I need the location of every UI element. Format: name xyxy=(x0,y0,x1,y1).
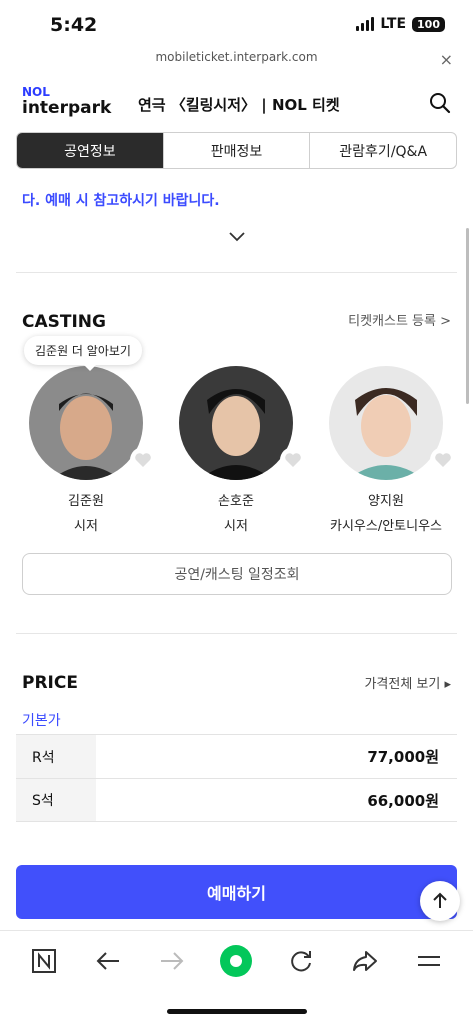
scrollbar[interactable] xyxy=(466,228,469,404)
tab-sales-info[interactable]: 판매정보 xyxy=(164,133,311,168)
page-title: 연극 〈킬링시저〉 | NOL 티켓 xyxy=(138,96,340,114)
url-text[interactable]: mobileticket.interpark.com xyxy=(155,50,317,64)
heart-icon[interactable] xyxy=(430,447,456,473)
scroll-top-icon[interactable] xyxy=(420,881,460,921)
table-row: S석 66,000원 xyxy=(16,778,457,822)
logo-nol: NOL xyxy=(22,85,50,99)
cast-role: 시저 xyxy=(74,519,98,534)
status-indicators: LTE 100 xyxy=(356,16,445,32)
seat-price: 77,000원 xyxy=(367,748,439,766)
notice-text: 다. 예매 시 참고하시기 바랍니다. xyxy=(22,193,220,209)
price-all-link[interactable]: 가격전체 보기 ▸ xyxy=(364,673,451,692)
cast-role: 시저 xyxy=(224,519,248,534)
price-title: PRICE xyxy=(22,673,78,693)
forward-icon[interactable] xyxy=(152,941,192,981)
battery-icon: 100 xyxy=(412,16,445,32)
logo[interactable]: NOL interpark xyxy=(22,86,111,117)
browser-toolbar xyxy=(0,930,473,990)
heart-icon[interactable] xyxy=(130,447,156,473)
network-label: LTE xyxy=(380,16,407,32)
green-dot-icon[interactable] xyxy=(216,941,256,981)
avatar[interactable] xyxy=(329,366,443,480)
book-button[interactable]: 예매하기 xyxy=(16,865,457,919)
divider xyxy=(16,272,457,273)
schedule-button[interactable]: 공연/캐스팅 일정조회 xyxy=(22,553,452,595)
back-icon[interactable] xyxy=(88,941,128,981)
avatar[interactable] xyxy=(29,366,143,480)
price-table: R석 77,000원 S석 66,000원 xyxy=(16,734,457,822)
heart-icon[interactable] xyxy=(280,447,306,473)
seat-price: 66,000원 xyxy=(367,791,439,810)
divider xyxy=(16,633,457,634)
share-icon[interactable] xyxy=(345,941,385,981)
search-icon[interactable] xyxy=(429,92,451,118)
casting-title: CASTING xyxy=(22,312,106,332)
avatar[interactable] xyxy=(179,366,293,480)
tab-bar: 공연정보 판매정보 관람후기/Q&A xyxy=(16,132,457,169)
status-bar: 5:42 LTE 100 xyxy=(0,0,473,48)
refresh-icon[interactable] xyxy=(281,941,321,981)
menu-icon[interactable] xyxy=(409,941,449,981)
page-header: NOL interpark 연극 〈킬링시저〉 | NOL 티켓 xyxy=(0,80,473,130)
chevron-down-icon[interactable] xyxy=(228,228,246,247)
base-price-label: 기본가 xyxy=(22,713,61,729)
logo-interpark: interpark xyxy=(22,98,112,118)
cast-tooltip[interactable]: 김준원 더 알아보기 xyxy=(24,336,142,371)
seat-grade: R석 xyxy=(16,735,96,778)
ticketcast-link[interactable]: 티켓캐스트 등록 > xyxy=(348,310,451,329)
seat-grade: S석 xyxy=(16,779,96,821)
url-bar[interactable]: mobileticket.interpark.com × xyxy=(0,50,473,72)
cast-role: 카시우스/안토니우스 xyxy=(329,519,443,534)
table-row: R석 77,000원 xyxy=(16,734,457,778)
home-indicator[interactable] xyxy=(167,1009,307,1014)
tab-performance-info[interactable]: 공연정보 xyxy=(17,133,164,168)
naver-home-icon[interactable] xyxy=(24,941,64,981)
status-time: 5:42 xyxy=(50,14,98,36)
cast-name: 손호준 xyxy=(218,494,254,509)
signal-icon xyxy=(356,17,375,31)
cast-name: 양지원 xyxy=(368,494,404,509)
cast-name: 김준원 xyxy=(68,494,104,509)
tab-reviews-qa[interactable]: 관람후기/Q&A xyxy=(310,133,456,168)
close-icon[interactable]: × xyxy=(440,50,453,69)
